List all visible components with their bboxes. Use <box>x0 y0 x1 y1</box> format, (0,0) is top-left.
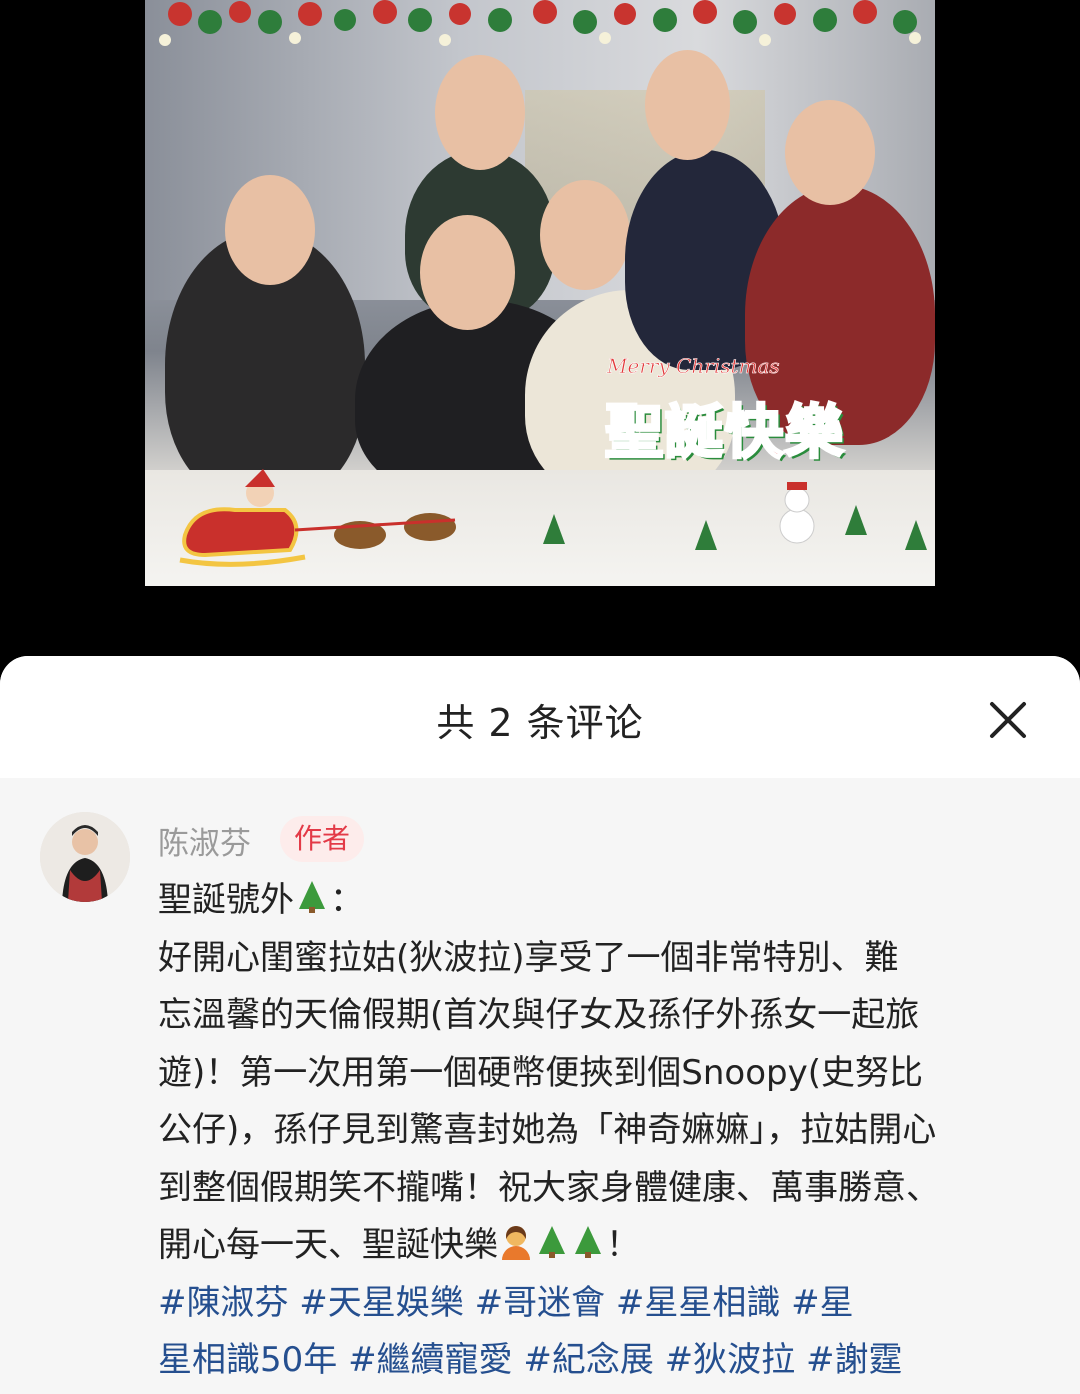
santa-sleigh-icon <box>179 469 456 567</box>
tree-icon <box>543 514 565 544</box>
author-name[interactable]: 陈淑芬 <box>158 818 251 863</box>
person-center-right-head <box>540 180 630 290</box>
comment-text: 聖誕號外： 好開心閨蜜拉姑(狄波拉)享受了一個非常特別、難 忘溫馨的天倫假期(首… <box>158 872 1038 1390</box>
comment-line: 好開心閨蜜拉姑(狄波拉)享受了一個非常特別、難 <box>158 937 899 978</box>
tree-icon <box>905 520 927 550</box>
snowman-icon <box>779 482 815 544</box>
christmas-greeting-sticker: 聖誕快樂 <box>603 397 846 468</box>
person-center-head <box>420 215 515 330</box>
christmas-tree-icon <box>534 1224 570 1260</box>
avatar[interactable] <box>40 812 130 902</box>
sheet-header: 共 2 条评论 <box>0 656 1080 778</box>
screen: Merry Christmas 聖誕快樂 共 2 条评论 陈淑芬 作者 聖誕號外… <box>0 0 1080 1394</box>
tree-icon <box>845 505 867 535</box>
close-icon[interactable] <box>984 696 1032 744</box>
christmas-tree-icon <box>294 879 330 915</box>
person-back-left-head <box>435 55 525 170</box>
hashtag-line[interactable]: 星相識50年 #繼續寵愛 #紀念展 #狄波拉 #謝霆 <box>158 1332 1038 1390</box>
person-back-right-head <box>645 50 730 160</box>
comment-line: 公仔)，孫仔見到驚喜封她為「神奇嫲嫲」，拉姑開心 <box>158 1110 937 1150</box>
comment-line: 開心每一天、聖誕快樂！ <box>158 1224 640 1265</box>
post-photo[interactable]: Merry Christmas 聖誕快樂 <box>145 0 935 586</box>
comment-line: 到整個假期笑不攏嘴！祝大家身體健康、萬事勝意、 <box>158 1167 940 1208</box>
comment-sheet: 共 2 条评论 陈淑芬 作者 聖誕號外： 好開心閨蜜拉姑(狄波拉)享受了一個非常… <box>0 656 1080 1394</box>
comment-line: 遊)！第一次用第一個硬幣便挾到個Snoopy(史努比 <box>158 1052 923 1093</box>
merry-christmas-sticker: Merry Christmas <box>607 354 780 379</box>
comment-line: 聖誕號外： <box>158 879 364 920</box>
person-right-head <box>785 100 875 205</box>
tree-icon <box>695 520 717 550</box>
comment-line: 忘溫馨的天倫假期(首次與仔女及孫仔外孫女一起旅 <box>158 995 920 1035</box>
avatar-image <box>40 812 130 902</box>
hashtag-line[interactable]: #陳淑芬 #天星娛樂 #哥迷會 #星星相識 #星 <box>158 1275 1038 1333</box>
author-badge: 作者 <box>280 816 365 862</box>
comment-count-title: 共 2 条评论 <box>436 701 644 745</box>
christmas-garland <box>159 0 921 46</box>
person-left-head <box>225 175 315 285</box>
person-icon <box>498 1224 534 1260</box>
christmas-tree-icon <box>570 1224 606 1260</box>
